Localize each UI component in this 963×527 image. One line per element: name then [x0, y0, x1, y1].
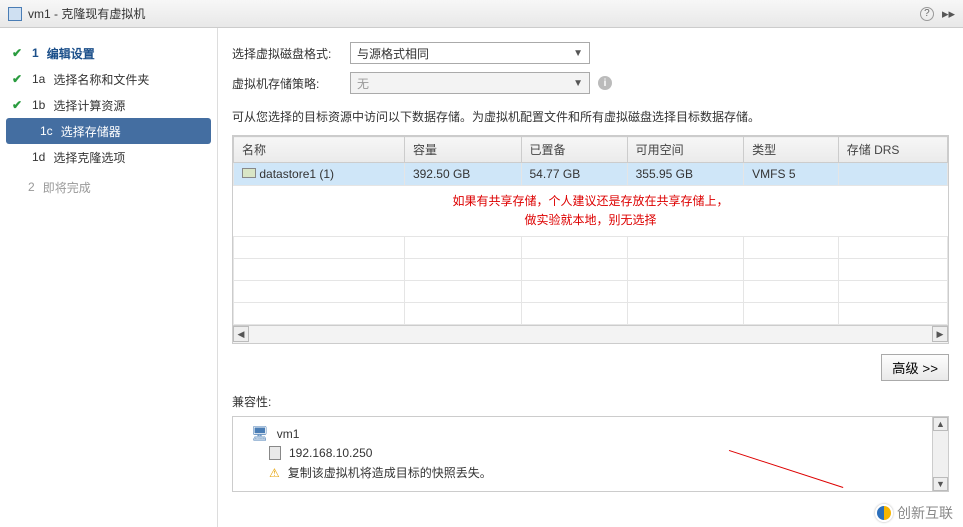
col-drs[interactable]: 存储 DRS	[838, 137, 947, 163]
storage-policy-select: 无 ▼	[350, 72, 590, 94]
table-row-empty	[234, 237, 948, 259]
cell-type: VMFS 5	[744, 163, 839, 186]
wizard-sidebar: ✔ 1 编辑设置 ✔ 1a 选择名称和文件夹 ✔ 1b 选择计算资源 1c 选择…	[0, 28, 218, 527]
compat-host-row: 192.168.10.250	[241, 444, 940, 462]
table-row-empty: 如果有共享存储，个人建议还是存放在共享存储上， 做实验就本地，别无选择	[234, 186, 948, 237]
vertical-scrollbar[interactable]: ▲ ▼	[932, 417, 948, 491]
check-icon: ✔	[12, 72, 24, 86]
compatibility-box: 🖥 vm1 192.168.10.250 ⚠ 复制该虚拟机将造成目标的快照丢失。…	[232, 416, 949, 492]
step-1c-label: 选择存储器	[61, 123, 121, 140]
check-icon: ✔	[12, 98, 24, 112]
step-1a-label: 选择名称和文件夹	[53, 71, 149, 88]
compat-warning-text: 复制该虚拟机将造成目标的快照丢失。	[288, 464, 492, 481]
storage-policy-label: 虚拟机存储策略:	[232, 75, 342, 92]
step-1c-number: 1c	[40, 124, 53, 138]
vm-icon: 🖥	[251, 425, 269, 442]
step-2-label: 即将完成	[43, 179, 91, 196]
cell-drs	[838, 163, 947, 186]
watermark-text: 创新互联	[897, 503, 953, 523]
step-1d-select-clone-options[interactable]: 1d 选择克隆选项	[0, 144, 217, 170]
col-free[interactable]: 可用空间	[627, 137, 744, 163]
disk-format-value: 与源格式相同	[357, 45, 429, 62]
step-1a-number: 1a	[32, 72, 45, 86]
titlebar: vm1 - 克隆现有虚拟机 ? ▸▸	[0, 0, 963, 28]
datastore-table: 名称 容量 已置备 可用空间 类型 存储 DRS datastore1 (1) …	[232, 135, 949, 344]
chevron-down-icon: ▼	[573, 48, 583, 59]
window-title: vm1 - 克隆现有虚拟机	[28, 5, 145, 22]
table-row-empty	[234, 259, 948, 281]
advanced-button[interactable]: 高级 >>	[881, 354, 949, 381]
vm-title-icon	[8, 7, 22, 21]
storage-description: 可从您选择的目标资源中访问以下数据存储。为虚拟机配置文件和所有虚拟磁盘选择目标数…	[232, 108, 949, 125]
main-panel: 选择虚拟磁盘格式: 与源格式相同 ▼ 虚拟机存储策略: 无 ▼ i 可从您选择的…	[218, 28, 963, 527]
step-1-edit-settings[interactable]: ✔ 1 编辑设置	[0, 40, 217, 66]
compat-host-name: 192.168.10.250	[289, 446, 372, 460]
step-1d-label: 选择克隆选项	[53, 149, 125, 166]
step-1b-select-compute[interactable]: ✔ 1b 选择计算资源	[0, 92, 217, 118]
disk-format-label: 选择虚拟磁盘格式:	[232, 45, 342, 62]
scroll-right-icon[interactable]: ▶	[932, 326, 948, 342]
cell-capacity: 392.50 GB	[404, 163, 521, 186]
step-1c-select-storage[interactable]: 1c 选择存储器	[6, 118, 211, 144]
annotation-line2: 做实验就本地，别无选择	[234, 211, 948, 230]
table-row[interactable]: datastore1 (1) 392.50 GB 54.77 GB 355.95…	[234, 163, 948, 186]
compat-vm-name: vm1	[277, 427, 300, 441]
compat-vm-row: 🖥 vm1	[241, 423, 940, 444]
watermark-logo-icon	[875, 504, 893, 522]
step-2-ready: 2 即将完成	[0, 174, 217, 200]
scroll-up-icon[interactable]: ▲	[933, 417, 948, 431]
info-icon[interactable]: i	[598, 76, 612, 90]
chevron-down-icon: ▼	[573, 78, 583, 89]
step-1d-number: 1d	[32, 150, 45, 164]
scroll-left-icon[interactable]: ◀	[233, 326, 249, 342]
col-name[interactable]: 名称	[234, 137, 405, 163]
datastore-icon	[242, 168, 256, 178]
step-1b-label: 选择计算资源	[53, 97, 125, 114]
storage-policy-value: 无	[357, 75, 369, 92]
compatibility-label: 兼容性:	[232, 393, 949, 410]
col-provisioned[interactable]: 已置备	[521, 137, 627, 163]
disk-format-select[interactable]: 与源格式相同 ▼	[350, 42, 590, 64]
step-1a-select-name-folder[interactable]: ✔ 1a 选择名称和文件夹	[0, 66, 217, 92]
help-icon[interactable]: ?	[920, 7, 934, 21]
horizontal-scrollbar[interactable]: ◀ ▶	[233, 325, 948, 343]
table-row-empty	[234, 281, 948, 303]
check-icon: ✔	[12, 46, 24, 60]
scroll-down-icon[interactable]: ▼	[933, 477, 948, 491]
step-1-label: 编辑设置	[47, 45, 95, 62]
annotation-arrow	[723, 487, 843, 527]
expand-icon[interactable]: ▸▸	[942, 6, 955, 22]
cell-name: datastore1 (1)	[259, 167, 334, 181]
table-row-empty	[234, 303, 948, 325]
annotation-line1: 如果有共享存储，个人建议还是存放在共享存储上，	[234, 192, 948, 211]
cell-free: 355.95 GB	[627, 163, 744, 186]
host-icon	[269, 446, 281, 460]
step-1b-number: 1b	[32, 98, 45, 112]
step-1-number: 1	[32, 46, 39, 60]
annotation-note: 如果有共享存储，个人建议还是存放在共享存储上， 做实验就本地，别无选择	[234, 186, 948, 236]
col-type[interactable]: 类型	[744, 137, 839, 163]
compat-warning-row: ⚠ 复制该虚拟机将造成目标的快照丢失。	[241, 462, 940, 483]
col-capacity[interactable]: 容量	[404, 137, 521, 163]
cell-provisioned: 54.77 GB	[521, 163, 627, 186]
step-2-number: 2	[28, 180, 35, 194]
watermark: 创新互联	[875, 503, 953, 523]
warning-icon: ⚠	[269, 466, 280, 480]
